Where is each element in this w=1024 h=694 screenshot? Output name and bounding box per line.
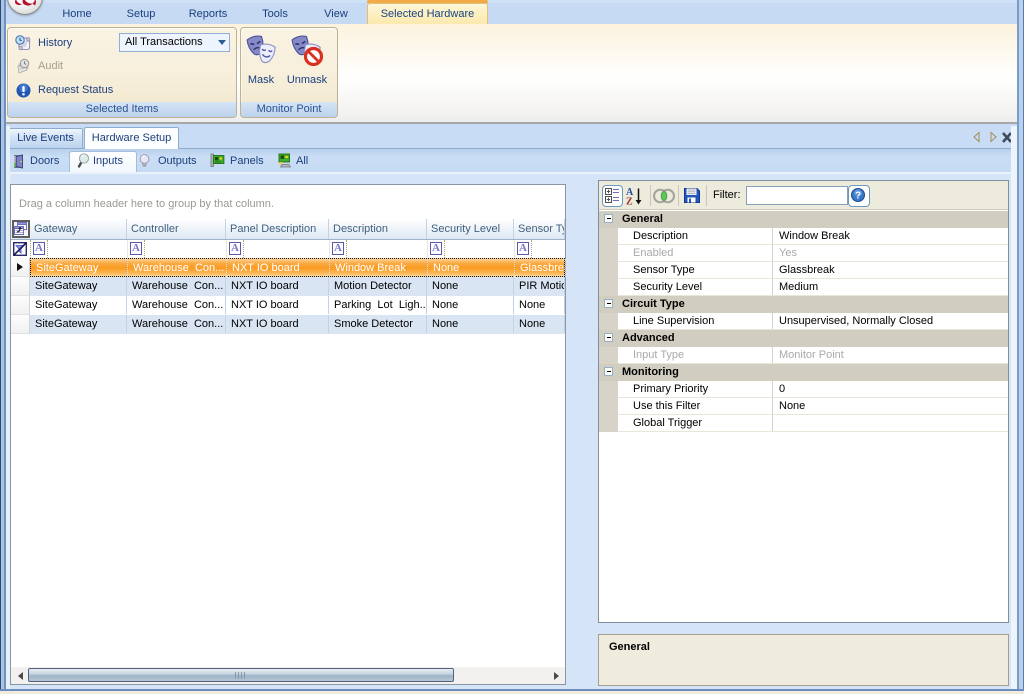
svg-text:?: ?	[855, 191, 861, 202]
svg-text:Z: Z	[626, 197, 633, 207]
